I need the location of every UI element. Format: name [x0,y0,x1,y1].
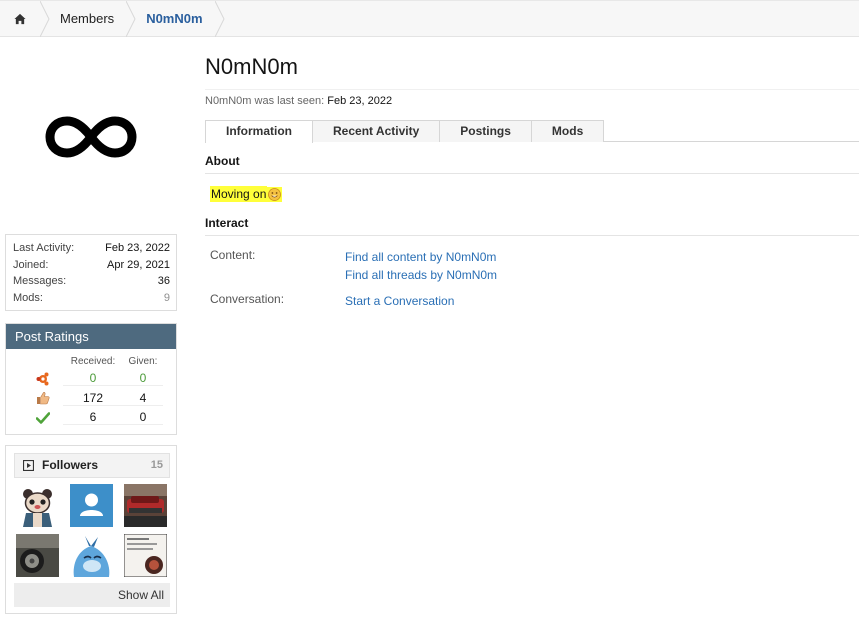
screenshot-thumbnail-icon [124,533,167,577]
home-icon [14,13,26,24]
follower-avatar[interactable] [124,533,167,577]
stat-value: Feb 23, 2022 [105,242,170,254]
about-heading: About [205,154,859,174]
breadcrumb-separator [214,1,225,37]
stat-last-activity: Last Activity: Feb 23, 2022 [13,240,170,257]
interact-content-label: Content: [210,248,256,262]
last-seen-text: N0mN0m was last seen: Feb 23, 2022 [205,95,859,107]
start-conversation-link[interactable]: Start a Conversation [345,292,454,310]
interact-content-row: Content: Find all content by N0mN0m Find… [205,248,859,284]
ratings-received[interactable]: 0 [63,371,123,387]
tab-postings[interactable]: Postings [439,120,532,142]
ratings-row: 6 0 [6,408,176,428]
stat-value: 36 [157,275,170,287]
ratings-row: 0 0 [6,369,176,389]
find-all-threads-link[interactable]: Find all threads by N0mN0m [345,266,497,284]
network-share-icon [36,372,49,386]
stat-label: Mods: [13,291,43,304]
ratings-received[interactable]: 6 [63,410,123,426]
follower-avatar[interactable] [70,483,113,527]
last-seen-prefix: N0mN0m was last seen: [205,95,325,107]
member-stats: Last Activity: Feb 23, 2022 Joined: Apr … [5,234,177,311]
breadcrumb-current-label[interactable]: N0mN0m [146,11,202,26]
breadcrumb-home[interactable] [0,1,50,37]
post-ratings-table: Received: Given: 0 0 172 4 6 0 [6,349,176,434]
tab-information[interactable]: Information [205,120,313,143]
divider [205,89,859,90]
followers-count: 15 [150,459,163,471]
find-all-content-link[interactable]: Find all content by N0mN0m [345,248,497,266]
follower-avatar[interactable] [16,533,59,577]
follower-avatar[interactable] [16,483,59,527]
infinity-icon [45,116,137,158]
followers-header: Followers 15 [14,452,170,478]
avatar[interactable] [5,44,177,230]
follower-avatar[interactable] [124,483,167,527]
stat-messages: Messages: 36 [13,273,170,290]
breadcrumb-members[interactable]: Members [40,1,136,37]
tab-recent-activity[interactable]: Recent Activity [312,120,441,142]
ratings-received[interactable]: 172 [63,391,123,406]
ratings-col-received: Received: [70,355,116,367]
ratings-given[interactable]: 4 [123,391,163,406]
last-seen-date: Feb 23, 2022 [327,95,393,107]
follower-avatar[interactable] [70,533,113,577]
followers-panel: Followers 15 Show All [5,444,177,614]
post-ratings-title: Post Ratings [6,324,176,349]
followers-title: Followers [42,458,99,472]
cartoon-creature-icon [70,533,113,577]
stat-mods: Mods: 9 [13,290,170,307]
profile-sidebar: Last Activity: Feb 23, 2022 Joined: Apr … [5,44,177,614]
bear-mascot-icon [16,483,59,527]
interact-heading: Interact [205,216,859,236]
about-content: Moving on [210,186,283,202]
stat-label: Last Activity: [13,242,75,254]
ratings-row: 172 4 [6,389,176,409]
car-photo-icon [124,483,167,527]
interact-conversation-row: Conversation: Start a Conversation [205,292,859,310]
about-text: Moving on [210,186,268,202]
stat-label: Messages: [13,275,67,287]
smiley-icon [268,187,282,201]
breadcrumb-members-label[interactable]: Members [60,11,114,26]
stat-value[interactable]: 9 [164,290,170,307]
ratings-col-given: Given: [128,355,158,367]
ratings-given[interactable]: 0 [123,410,163,426]
interact-conversation-label: Conversation: [210,292,285,306]
tab-mods[interactable]: Mods [530,120,605,142]
stat-label: Joined: [13,258,49,271]
breadcrumb: Members N0mN0m [0,0,859,37]
play-box-icon [23,459,34,471]
interact-section: Content: Find all content by N0mN0m Find… [205,248,859,310]
breadcrumb-current-user[interactable]: N0mN0m [126,1,225,37]
checkmark-icon [36,411,50,424]
post-ratings-panel: Post Ratings Received: Given: 0 0 172 4 … [5,323,177,435]
followers-grid [16,483,170,577]
page-title: N0mN0m [205,54,298,79]
default-user-icon [70,483,113,527]
stat-joined: Joined: Apr 29, 2021 [13,257,170,274]
ratings-given[interactable]: 0 [123,371,163,387]
profile-tabs: Information Recent Activity Postings Mod… [205,120,859,143]
ratings-header-row: Received: Given: [6,353,176,369]
stat-value: Apr 29, 2021 [107,258,170,271]
wheel-photo-icon [16,533,59,577]
profile-main: N0mN0m N0mN0m was last seen: Feb 23, 202… [205,44,859,310]
thumbs-up-icon [37,392,50,405]
show-all-followers-button[interactable]: Show All [14,582,170,607]
